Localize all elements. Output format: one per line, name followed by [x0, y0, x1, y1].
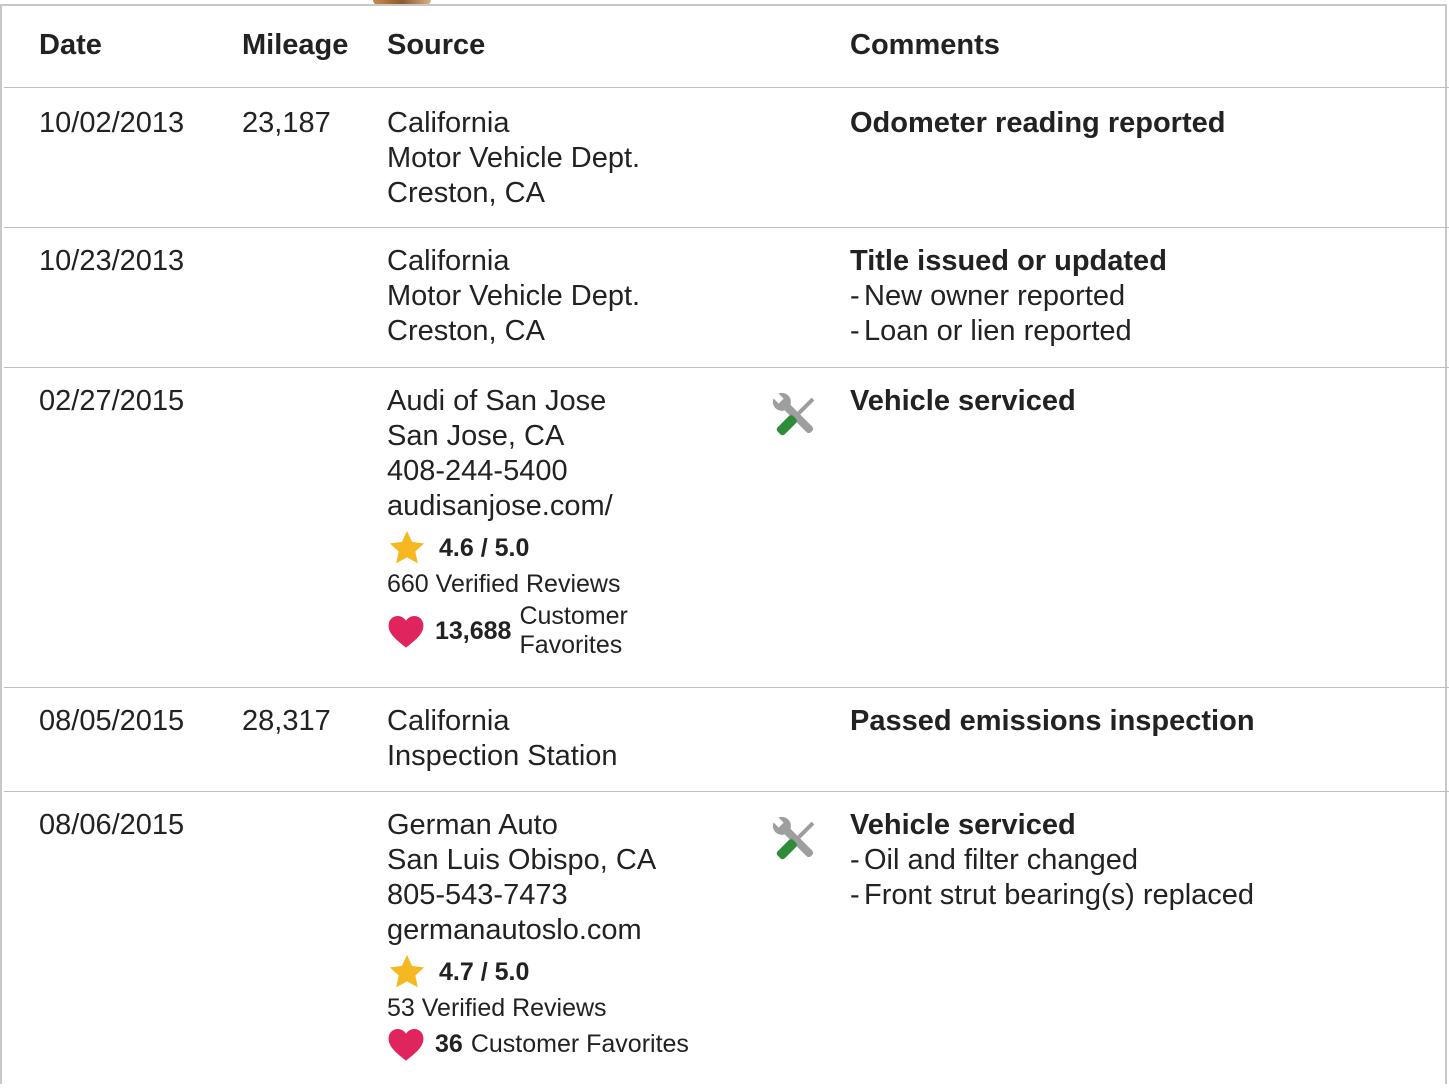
row-date: 08/05/2015: [39, 705, 185, 737]
favorites-label: Customer Favorites: [519, 602, 628, 659]
favorites-label: Customer Favorites: [470, 1029, 689, 1058]
comment-item: - New owner reported: [850, 280, 1126, 312]
comment-item: - Loan or lien reported: [850, 315, 1132, 347]
table-row: 10/02/2013 23,187 California Motor Vehic…: [4, 88, 1449, 228]
customer-favorites: 13,688 Customer Favorites: [387, 602, 649, 660]
favorites-count: 36: [435, 1029, 463, 1058]
heart-icon: [388, 615, 424, 648]
row-comments: Title issued or updated - New owner repor…: [850, 244, 1167, 349]
comment-title: Passed emissions inspection: [850, 705, 1255, 737]
row-source: California Motor Vehicle Dept. Creston, …: [387, 244, 640, 349]
row-source: California Inspection Station: [387, 704, 618, 774]
table-header: Date Mileage Source Comments: [4, 6, 1449, 88]
website-link[interactable]: germanautoslo.com: [387, 913, 689, 948]
row-mileage: 28,317: [242, 705, 331, 737]
service-tools-icon: [768, 388, 824, 444]
row-source: Audi of San Jose San Jose, CA 408-244-54…: [387, 384, 649, 660]
comment-item: - Front strut bearing(s) replaced: [850, 879, 1255, 911]
table-row: 08/05/2015 28,317 California Inspection …: [4, 688, 1449, 792]
source-line: Motor Vehicle Dept.: [387, 142, 641, 174]
comment-item: - Oil and filter changed: [850, 844, 1139, 876]
header-comments: Comments: [850, 29, 1000, 61]
header-source: Source: [387, 29, 486, 61]
source-line: Creston, CA: [387, 177, 545, 209]
row-mileage: 23,187: [242, 107, 331, 139]
row-comments: Vehicle serviced: [850, 384, 1076, 419]
row-source: California Motor Vehicle Dept. Creston, …: [387, 106, 640, 211]
row-date: 02/27/2015: [39, 385, 185, 417]
reviews-link[interactable]: 660 Verified Reviews: [387, 568, 649, 600]
source-line: Motor Vehicle Dept.: [387, 280, 641, 312]
row-comments: Vehicle serviced - Oil and filter changed…: [850, 808, 1254, 913]
row-date: 10/02/2013: [39, 107, 185, 139]
source-line: San Luis Obispo, CA: [387, 844, 657, 876]
website-link[interactable]: audisanjose.com/: [387, 489, 649, 524]
comment-title: Vehicle serviced: [850, 385, 1076, 417]
source-line: San Jose, CA: [387, 420, 565, 452]
row-source: German Auto San Luis Obispo, CA 805-543-…: [387, 808, 689, 1062]
row-date: 10/23/2013: [39, 245, 185, 277]
rating-value: 4.7 / 5.0: [439, 957, 530, 986]
star-icon: [389, 955, 425, 988]
dealer-name-link[interactable]: Audi of San Jose: [387, 384, 649, 419]
star-icon: [389, 531, 425, 564]
customer-favorites: 36 Customer Favorites: [387, 1026, 689, 1062]
dealer-rating[interactable]: 4.7 / 5.0: [387, 952, 689, 992]
table-row: 10/23/2013 California Motor Vehicle Dept…: [4, 228, 1449, 368]
row-date: 08/06/2015: [39, 809, 185, 841]
comment-title: Title issued or updated: [850, 245, 1167, 277]
row-comments: Passed emissions inspection: [850, 704, 1255, 739]
table-row: 02/27/2015 Audi of San Jose San Jose, CA…: [4, 368, 1449, 688]
header-mileage: Mileage: [242, 29, 349, 61]
table-row: 08/06/2015 German Auto San Luis Obispo, …: [4, 792, 1449, 1092]
phone-link[interactable]: 805-543-7473: [387, 878, 689, 913]
source-line: Creston, CA: [387, 315, 545, 347]
service-tools-icon: [768, 812, 824, 868]
dealer-name-link[interactable]: German Auto: [387, 808, 689, 843]
comment-title: Odometer reading reported: [850, 107, 1226, 139]
dealer-rating[interactable]: 4.6 / 5.0: [387, 528, 649, 568]
rating-value: 4.6 / 5.0: [439, 533, 530, 562]
history-table: Date Mileage Source Comments 10/02/2013 …: [0, 4, 1449, 1084]
heart-icon: [388, 1028, 424, 1061]
source-line: California: [387, 245, 510, 277]
source-line: California: [387, 705, 510, 737]
favorites-count: 13,688: [435, 616, 512, 645]
reviews-link[interactable]: 53 Verified Reviews: [387, 992, 689, 1024]
header-date: Date: [39, 29, 102, 61]
source-line: Inspection Station: [387, 740, 618, 772]
comment-title: Vehicle serviced: [850, 809, 1076, 841]
row-comments: Odometer reading reported: [850, 106, 1225, 141]
source-line: California: [387, 107, 510, 139]
phone-link[interactable]: 408-244-5400: [387, 454, 649, 489]
